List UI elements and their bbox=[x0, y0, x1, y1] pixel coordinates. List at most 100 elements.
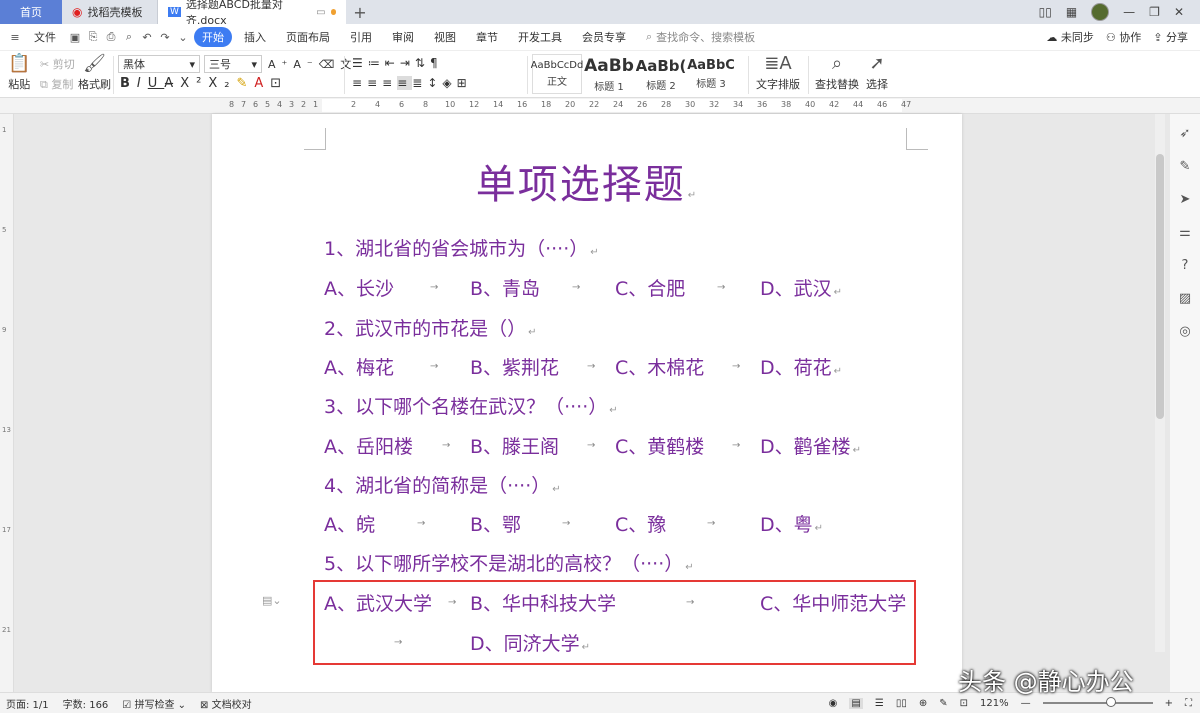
spell-check-button[interactable]: ☑ 拼写检查 ⌄ bbox=[122, 696, 186, 711]
preview-icon[interactable]: ⌕ bbox=[122, 30, 136, 44]
option-1d[interactable]: D、武汉 ↵ bbox=[760, 274, 842, 301]
page-view-icon[interactable]: ▤ bbox=[849, 697, 863, 709]
borders-icon[interactable]: ⊞ bbox=[457, 76, 472, 90]
format-painter-button[interactable]: 🖌 格式刷 bbox=[78, 54, 111, 92]
option-2a[interactable]: A、梅花 bbox=[324, 353, 394, 380]
scrollbar-thumb[interactable] bbox=[1156, 154, 1164, 419]
style-normal[interactable]: AaBbCcDd 正文 bbox=[531, 54, 583, 94]
underline-icon[interactable]: U bbox=[148, 76, 165, 91]
option-3c[interactable]: C、黄鹤楼 bbox=[615, 432, 704, 459]
show-marks-icon[interactable]: ¶ bbox=[430, 56, 443, 70]
cut-button[interactable]: ✂ 剪切 bbox=[40, 56, 75, 72]
pointer-icon[interactable]: ➤ bbox=[1180, 192, 1191, 207]
layout-icon[interactable]: ▯▯ bbox=[1039, 5, 1052, 19]
vertical-ruler[interactable]: 1 5 9 13 17 21 bbox=[0, 114, 14, 692]
option-3b[interactable]: B、滕王阁 bbox=[470, 432, 559, 459]
paragraph-layout-icon[interactable]: ▤⌄ bbox=[262, 594, 282, 607]
help-icon[interactable]: ? bbox=[1182, 258, 1189, 273]
question-5[interactable]: 5、以下哪所学校不是湖北的高校？（····） ↵ bbox=[324, 549, 694, 576]
print-icon[interactable]: ⎙ bbox=[104, 30, 118, 44]
rocket-icon[interactable]: ➶ bbox=[1180, 126, 1191, 141]
align-right-icon[interactable]: ≡ bbox=[382, 76, 397, 90]
word-count[interactable]: 字数: 166 bbox=[63, 696, 109, 711]
align-left-icon[interactable]: ≡ bbox=[352, 76, 367, 90]
font-size-select[interactable]: 三号 ▾ bbox=[204, 55, 262, 73]
option-1a[interactable]: A、长沙 bbox=[324, 274, 394, 301]
text-layout-button[interactable]: ≣A 文字排版 bbox=[756, 54, 800, 92]
outline-view-icon[interactable]: ☰ bbox=[875, 698, 884, 709]
redo-icon[interactable]: ↷ bbox=[158, 30, 172, 44]
proofread-button[interactable]: ⊠ 文档校对 bbox=[200, 696, 252, 711]
menu-home[interactable]: 开始 bbox=[194, 27, 232, 47]
numbered-list-icon[interactable]: ≔ bbox=[368, 56, 385, 70]
menu-references[interactable]: 引用 bbox=[342, 27, 380, 47]
web-view-icon[interactable]: ⊕ bbox=[919, 698, 927, 709]
tab-home[interactable]: 首页 bbox=[0, 0, 62, 24]
highlight-icon[interactable]: ✎ bbox=[236, 76, 254, 91]
monitor-icon[interactable]: ▭ bbox=[316, 7, 325, 18]
grid-icon[interactable]: ▦ bbox=[1066, 5, 1077, 19]
paste-button[interactable]: 📋 粘贴 bbox=[8, 54, 30, 92]
command-search[interactable]: ⌕ 查找命令、搜索模板 bbox=[646, 29, 755, 45]
menu-review[interactable]: 审阅 bbox=[384, 27, 422, 47]
zoom-out-icon[interactable]: — bbox=[1021, 698, 1031, 709]
bullet-list-icon[interactable]: ☰ bbox=[352, 56, 368, 70]
fullscreen-icon[interactable]: ⛶ bbox=[1185, 698, 1192, 709]
menu-developer[interactable]: 开发工具 bbox=[510, 27, 570, 47]
tab-document[interactable]: W 选择题ABCD批量对齐.docx ▭ bbox=[158, 0, 346, 27]
style-heading1[interactable]: AaBb 标题 1 bbox=[584, 54, 634, 94]
style-heading3[interactable]: AaBbC 标题 3 bbox=[686, 54, 736, 94]
copy-button[interactable]: ⧉ 复制 bbox=[40, 76, 73, 92]
italic-icon[interactable]: I bbox=[137, 76, 148, 91]
sort-icon[interactable]: ⇅ bbox=[415, 56, 430, 70]
new-tab-button[interactable]: + bbox=[346, 0, 374, 24]
strikethrough-icon[interactable]: A̶ bbox=[164, 76, 180, 91]
location-icon[interactable]: ◎ bbox=[1179, 324, 1190, 339]
font-name-select[interactable]: 黑体 ▾ bbox=[118, 55, 200, 73]
shading-icon[interactable]: ◈ bbox=[442, 76, 456, 90]
question-3[interactable]: 3、以下哪个名楼在武汉？（····） ↵ bbox=[324, 392, 618, 419]
select-button[interactable]: ➚ 选择 bbox=[866, 54, 888, 92]
chevron-down-icon[interactable]: ⌄ bbox=[176, 30, 190, 44]
option-3d[interactable]: D、鹳雀楼 ↵ bbox=[760, 432, 861, 459]
sync-button[interactable]: ☁ 未同步 bbox=[1046, 29, 1094, 45]
font-color-icon[interactable]: A bbox=[254, 76, 270, 91]
zoom-slider-knob[interactable] bbox=[1105, 697, 1116, 707]
edit-view-icon[interactable]: ✎ bbox=[939, 698, 947, 709]
document-page[interactable]: 单项选择题 ↵ 1、湖北省的省会城市为（····） ↵ A、长沙 → B、青岛 → … bbox=[212, 114, 962, 692]
option-2d[interactable]: D、荷花 ↵ bbox=[760, 353, 842, 380]
option-4d[interactable]: D、粤 ↵ bbox=[760, 510, 823, 537]
avatar[interactable] bbox=[1091, 3, 1110, 21]
export-icon[interactable]: ⎘ bbox=[86, 30, 100, 44]
menu-insert[interactable]: 插入 bbox=[236, 27, 274, 47]
share-button[interactable]: ⇪ 分享 bbox=[1153, 29, 1188, 45]
document-title[interactable]: 单项选择题 ↵ bbox=[212, 152, 962, 210]
close-icon[interactable]: ✕ bbox=[1174, 5, 1184, 19]
style-heading2[interactable]: AaBb( 标题 2 bbox=[636, 54, 687, 94]
indent-icon[interactable]: ⇥ bbox=[400, 56, 415, 70]
menu-view[interactable]: 视图 bbox=[426, 27, 464, 47]
sliders-icon[interactable]: ⚌ bbox=[1179, 225, 1191, 240]
question-2[interactable]: 2、武汉市的市花是（） ↵ bbox=[324, 314, 536, 341]
superscript-icon[interactable]: X² bbox=[180, 76, 208, 91]
option-2b[interactable]: B、紫荆花 bbox=[470, 353, 559, 380]
zoom-level[interactable]: 121% bbox=[980, 698, 1009, 709]
tab-template[interactable]: ◉ 找稻壳模板 bbox=[62, 0, 158, 24]
eye-icon[interactable]: ◉ bbox=[829, 698, 838, 709]
restore-icon[interactable]: ❐ bbox=[1149, 5, 1160, 19]
zoom-slider[interactable] bbox=[1042, 697, 1153, 707]
menu-page-layout[interactable]: 页面布局 bbox=[278, 27, 338, 47]
fit-icon[interactable]: ⊡ bbox=[960, 698, 968, 709]
vertical-scrollbar[interactable] bbox=[1155, 114, 1165, 652]
option-3a[interactable]: A、岳阳楼 bbox=[324, 432, 413, 459]
menu-member[interactable]: 会员专享 bbox=[574, 27, 634, 47]
align-center-icon[interactable]: ≡ bbox=[367, 76, 382, 90]
outdent-icon[interactable]: ⇤ bbox=[385, 56, 400, 70]
undo-icon[interactable]: ↶ bbox=[140, 30, 154, 44]
option-1c[interactable]: C、合肥 bbox=[615, 274, 685, 301]
image-icon[interactable]: ▨ bbox=[1179, 291, 1191, 306]
shrink-font-icon[interactable]: A⁻ bbox=[293, 58, 318, 71]
justify-icon[interactable]: ≡ bbox=[397, 76, 413, 90]
pen-icon[interactable]: ✎ bbox=[1180, 159, 1191, 174]
bold-icon[interactable]: B bbox=[120, 76, 137, 91]
